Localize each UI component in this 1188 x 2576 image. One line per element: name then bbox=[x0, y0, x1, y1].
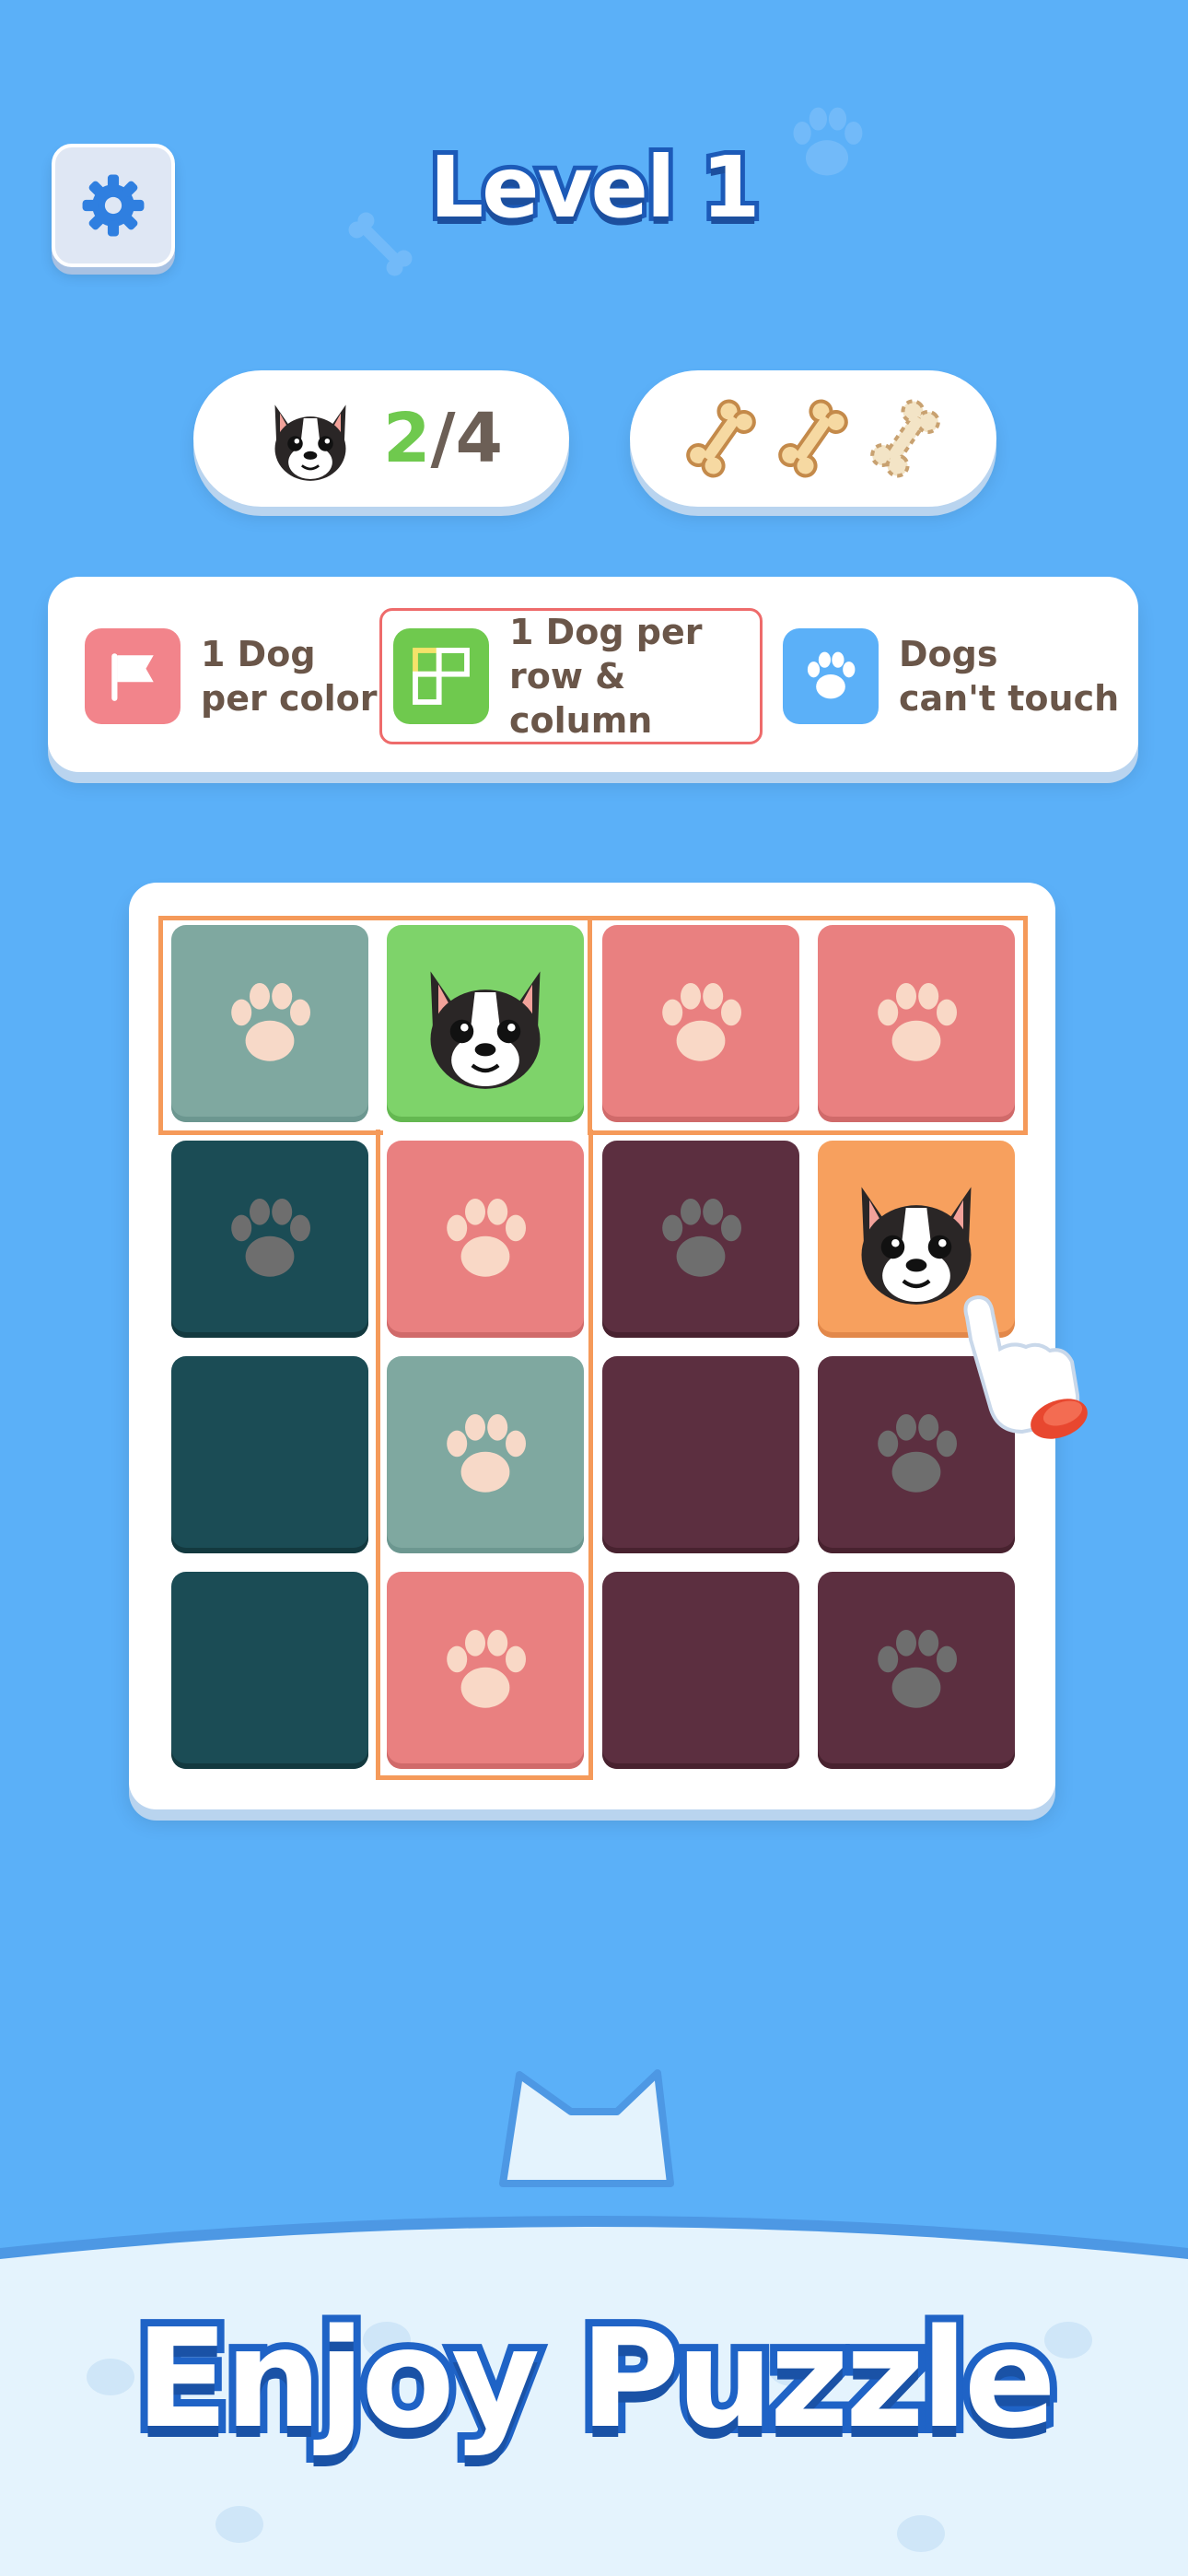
bone-icon bbox=[778, 399, 848, 478]
board-cell[interactable] bbox=[171, 1572, 368, 1769]
paw-icon bbox=[231, 1199, 310, 1277]
level-title: Level 1 bbox=[425, 134, 765, 241]
bones-rating-pill bbox=[630, 370, 996, 507]
board-cell[interactable] bbox=[818, 925, 1015, 1122]
board-cell[interactable] bbox=[387, 925, 584, 1122]
board-cell[interactable] bbox=[387, 1356, 584, 1553]
dog-face-icon bbox=[274, 404, 346, 481]
puzzle-board bbox=[129, 883, 1055, 1809]
paw-icon bbox=[662, 1199, 741, 1277]
grid-icon bbox=[413, 648, 470, 705]
board-cell[interactable] bbox=[171, 1141, 368, 1338]
board-cell[interactable] bbox=[387, 1572, 584, 1769]
paw-icon bbox=[662, 983, 741, 1061]
rule-label: Dogs can't touch bbox=[899, 634, 1120, 719]
dog-face-icon bbox=[430, 971, 541, 1089]
tagline-text: Enjoy Puzzle bbox=[128, 2292, 1064, 2465]
board-cell[interactable] bbox=[818, 1572, 1015, 1769]
rule-label: 1 Dog per color bbox=[201, 634, 378, 719]
dogs-placed-value: 2 bbox=[382, 399, 431, 478]
paw-icon bbox=[878, 1630, 957, 1708]
paw-icon bbox=[231, 983, 310, 1061]
rule-icon-bg bbox=[393, 628, 489, 724]
board-cell[interactable] bbox=[171, 1356, 368, 1553]
paw-icon bbox=[878, 983, 957, 1061]
board-cell[interactable] bbox=[602, 1356, 799, 1553]
rule-icon-bg bbox=[783, 628, 879, 724]
rule-dogs-cant-touch: Dogs can't touch bbox=[783, 614, 1119, 739]
board-cell[interactable] bbox=[602, 1141, 799, 1338]
rules-panel: 1 Dog per color 1 Dog per row & column D… bbox=[48, 577, 1138, 772]
paw-icon bbox=[807, 651, 856, 699]
pointing-hand-icon bbox=[963, 1294, 1088, 1439]
dog-count-text: 2/4 bbox=[383, 399, 503, 478]
paw-icon bbox=[447, 1199, 526, 1277]
rule-one-dog-per-row-column: 1 Dog per row & column bbox=[379, 608, 763, 744]
flag-icon bbox=[111, 653, 154, 701]
rule-label: 1 Dog per row & column bbox=[509, 612, 703, 741]
count-separator: / bbox=[430, 399, 456, 478]
bones-row bbox=[680, 392, 947, 485]
board-cell[interactable] bbox=[171, 925, 368, 1122]
rule-icon-bg bbox=[85, 628, 181, 724]
rule-one-dog-per-color: 1 Dog per color bbox=[85, 614, 377, 739]
bone-icon bbox=[686, 399, 756, 478]
dog-count-pill: 2/4 bbox=[193, 370, 569, 507]
board-cell[interactable] bbox=[602, 1572, 799, 1769]
dogs-total-value: 4 bbox=[455, 399, 504, 478]
bone-empty-icon bbox=[870, 399, 940, 478]
paw-icon bbox=[447, 1414, 526, 1493]
board-cell[interactable] bbox=[387, 1141, 584, 1338]
board-cell[interactable] bbox=[602, 925, 799, 1122]
paw-icon bbox=[447, 1630, 526, 1708]
